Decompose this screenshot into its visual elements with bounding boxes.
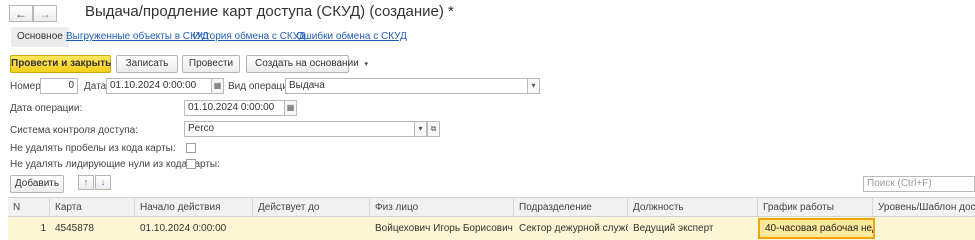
column-header-position[interactable]: Должность	[628, 198, 758, 216]
calendar-icon: ▦	[286, 103, 295, 112]
tab-exchange-history[interactable]: История обмена с СКУД	[193, 27, 306, 47]
page-title: Выдача/продление карт доступа (СКУД) (со…	[85, 3, 454, 20]
cell-department[interactable]: Сектор дежурной службы	[514, 217, 628, 240]
arrow-up-icon: ↑	[83, 177, 89, 187]
cell-access-level[interactable]	[875, 217, 975, 240]
column-header-department[interactable]: Подразделение	[514, 198, 628, 216]
create-based-on-button[interactable]: Создать на основании ▾	[246, 55, 368, 73]
column-header-person[interactable]: Физ лицо	[370, 198, 514, 216]
cell-n[interactable]: 1	[8, 217, 50, 240]
column-header-schedule[interactable]: График работы	[758, 198, 873, 216]
tab-exported-objects[interactable]: Выгруженные объекты в СКУД	[66, 27, 209, 47]
access-control-system-dropdown-button[interactable]: ▾	[414, 121, 427, 137]
tab-exchange-errors[interactable]: Ошибки обмена с СКУД	[296, 27, 407, 47]
calendar-icon: ▦	[213, 81, 222, 90]
access-control-system-label: Система контроля доступа:	[10, 125, 138, 136]
chevron-down-icon: ▾	[418, 124, 423, 133]
operation-date-label: Дата операции:	[10, 103, 83, 114]
cell-position[interactable]: Ведущий эксперт	[628, 217, 758, 240]
operation-date-picker-button[interactable]: ▦	[284, 100, 297, 116]
search-input[interactable]: Поиск (Ctrl+F)	[863, 176, 975, 192]
post-and-close-button[interactable]: Провести и закрыть	[10, 55, 111, 73]
create-based-on-label: Создать на основании	[255, 58, 359, 69]
cell-start[interactable]: 01.10.2024 0:00:00	[135, 217, 253, 240]
table-row[interactable]: 1 4545878 01.10.2024 0:00:00 Войцехович …	[8, 217, 975, 240]
save-button[interactable]: Записать	[116, 55, 178, 73]
access-control-system-open-button[interactable]: ⧉	[427, 121, 440, 137]
cell-card[interactable]: 4545878	[50, 217, 135, 240]
column-header-access-level[interactable]: Уровень/Шаблон доступа	[873, 198, 975, 216]
cell-valid-until[interactable]	[253, 217, 370, 240]
operation-type-dropdown-button[interactable]: ▾	[527, 78, 540, 94]
number-label: Номер:	[10, 81, 44, 92]
chevron-down-icon: ▾	[531, 81, 536, 90]
back-button[interactable]: ←	[9, 5, 33, 22]
move-down-button[interactable]: ↓	[95, 175, 111, 190]
column-header-card[interactable]: Карта	[50, 198, 135, 216]
open-link-icon: ⧉	[430, 124, 437, 133]
arrow-right-icon: →	[39, 6, 51, 21]
no-trim-zeros-checkbox[interactable]	[186, 159, 196, 169]
cell-schedule[interactable]: 40-часовая рабочая неделя	[758, 218, 875, 239]
operation-type-field[interactable]: Выдача	[285, 78, 528, 94]
no-trim-spaces-label: Не удалять пробелы из кода карты:	[10, 143, 176, 154]
column-header-valid-until[interactable]: Действует до	[253, 198, 370, 216]
column-header-n[interactable]: N	[8, 198, 50, 216]
forward-button[interactable]: →	[33, 5, 57, 22]
add-row-button[interactable]: Добавить	[10, 175, 64, 193]
cell-person[interactable]: Войцехович Игорь Борисович	[370, 217, 514, 240]
date-field[interactable]: 01.10.2024 0:00:00	[106, 78, 212, 94]
no-trim-spaces-checkbox[interactable]	[186, 143, 196, 153]
column-header-start[interactable]: Начало действия	[135, 198, 253, 216]
date-picker-button[interactable]: ▦	[211, 78, 224, 94]
arrow-down-icon: ↓	[100, 177, 106, 187]
tab-main[interactable]: Основное	[11, 27, 69, 47]
operation-date-field[interactable]: 01.10.2024 0:00:00	[184, 100, 285, 116]
post-button[interactable]: Провести	[182, 55, 240, 73]
table-header: N Карта Начало действия Действует до Физ…	[8, 197, 975, 217]
arrow-left-icon: ←	[15, 6, 27, 21]
chevron-down-icon: ▾	[364, 61, 369, 68]
move-up-button[interactable]: ↑	[78, 175, 94, 190]
access-control-system-field[interactable]: Perco	[184, 121, 415, 137]
number-field[interactable]: 0	[40, 78, 78, 94]
